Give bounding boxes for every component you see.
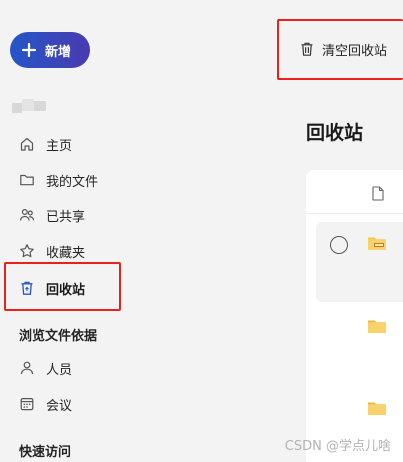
sidebar-item-label: 已共享 [46,209,86,225]
sidebar-item-label: 我的文件 [46,174,99,190]
watermark: CSDN @学点儿啥 [284,439,391,454]
list-item[interactable] [316,310,403,380]
plus-icon [21,42,37,58]
row-select-radio[interactable] [330,236,348,254]
highlight-box-empty-recycle-bin [277,19,403,80]
browse-section-title: 浏览文件依据 [19,329,98,344]
shared-folder-icon [368,237,386,250]
new-button[interactable]: 新增 [10,32,90,68]
file-type-column-icon[interactable] [372,186,384,201]
sidebar-item-label: 收藏夹 [46,245,86,261]
highlight-box-recycle-bin [4,262,121,311]
list-item[interactable] [316,222,403,302]
people-icon [19,207,35,223]
calendar-icon [19,396,35,412]
person-icon [19,360,35,376]
new-button-label: 新增 [45,44,72,60]
list-header [306,170,403,214]
sidebar-item-meetings[interactable]: 会议 [0,386,120,422]
home-icon [19,136,35,152]
sidebar-item-people[interactable]: 人员 [0,350,120,386]
sidebar-item-label: 会议 [46,398,73,414]
folder-icon [368,320,386,333]
sidebar-item-label: 人员 [46,362,73,378]
star-icon [19,243,35,259]
blurred-account-logo [12,99,50,115]
sidebar-item-label: 主页 [46,138,73,154]
sidebar: 新增 主页 我的文件 已共享 收藏夹 回收站 浏览文件依据 人员 会议 快速访问 [0,0,120,462]
file-list [306,170,403,462]
quick-access-title: 快速访问 [19,445,72,460]
folder-icon [368,402,386,415]
sidebar-item-home[interactable]: 主页 [0,126,120,162]
sidebar-item-shared[interactable]: 已共享 [0,197,120,233]
folder-icon [19,172,35,188]
page-title: 回收站 [306,122,364,144]
sidebar-item-my-files[interactable]: 我的文件 [0,162,120,198]
